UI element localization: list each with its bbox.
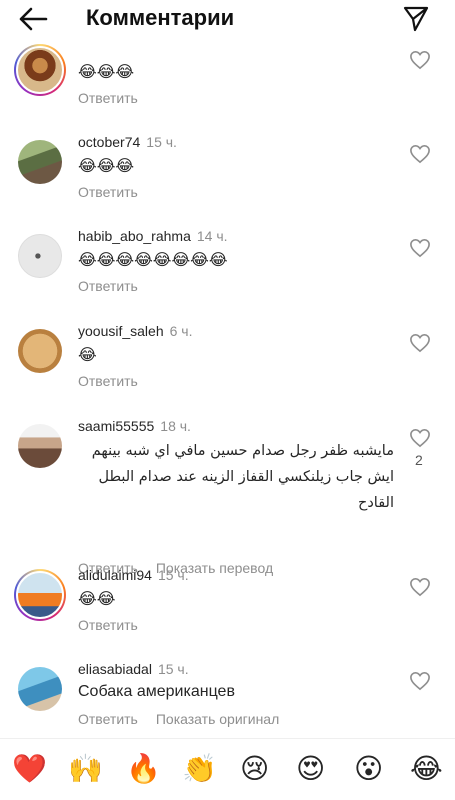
comment-text: 😂😂😂😂😂😂😂😂 bbox=[78, 252, 228, 269]
laughing-emoji-button[interactable]: 😂 bbox=[410, 752, 443, 786]
reply-button[interactable]: Ответить bbox=[78, 711, 138, 727]
timestamp: 15 ч. bbox=[157, 661, 189, 677]
comment-author[interactable]: saami55555 18 ч. bbox=[78, 418, 191, 434]
reply-button[interactable]: Ответить bbox=[78, 184, 138, 200]
top-bar: Комментарии bbox=[0, 0, 455, 38]
comment-item: 😂😂😂 Ответить bbox=[0, 38, 455, 116]
timestamp: 18 ч. bbox=[160, 418, 191, 434]
show-original-button[interactable]: Показать оригинал bbox=[156, 711, 279, 727]
comment-text: 😂 bbox=[78, 347, 97, 364]
heart-icon[interactable] bbox=[409, 50, 431, 70]
comment-author[interactable]: eliasabiadal 15 ч. bbox=[78, 661, 189, 677]
heart-emoji-button[interactable]: ❤️ bbox=[12, 752, 47, 786]
reply-button[interactable]: Ответить bbox=[78, 373, 138, 389]
comment-item: alidulaimi94 15 ч. 😂😂 Ответить bbox=[0, 565, 455, 655]
back-arrow-icon[interactable] bbox=[18, 6, 48, 32]
like-count: 2 bbox=[415, 452, 423, 468]
emoji-reaction-bar: ❤️ 🙌 🔥 👏 😢 😍 😮 😂 bbox=[0, 738, 455, 800]
comment-actions: Ответить bbox=[78, 184, 156, 200]
comment-text: 😂😂 bbox=[78, 591, 116, 608]
comment-item: eliasabiadal 15 ч. Собака американцев Отв… bbox=[0, 659, 455, 738]
clapping-emoji-button[interactable]: 👏 bbox=[182, 752, 217, 786]
page-title: Комментарии bbox=[86, 5, 235, 30]
avatar[interactable] bbox=[18, 667, 62, 711]
heart-icon[interactable] bbox=[409, 671, 431, 691]
heart-icon[interactable] bbox=[409, 144, 431, 164]
raising-hands-emoji-button[interactable]: 🙌 bbox=[68, 752, 103, 786]
reply-button[interactable]: Ответить bbox=[78, 617, 138, 633]
comment-actions: Ответить bbox=[78, 617, 156, 633]
reply-button[interactable]: Ответить bbox=[78, 278, 138, 294]
avatar[interactable] bbox=[14, 44, 66, 96]
reply-button[interactable]: Ответить bbox=[78, 90, 138, 106]
comment-text: 😂😂😂 bbox=[78, 64, 135, 81]
timestamp: 6 ч. bbox=[169, 323, 193, 339]
username[interactable]: saami55555 bbox=[78, 418, 154, 434]
comment-actions: Ответить bbox=[78, 278, 156, 294]
comment-text: مايشبه ظفر رجل صدام حسين مافي اي شبه بين… bbox=[91, 443, 394, 511]
comment-author[interactable]: habib_abo_rahma 14 ч. bbox=[78, 228, 228, 244]
heart-icon[interactable] bbox=[409, 577, 431, 597]
crying-emoji-button[interactable]: 😢 bbox=[240, 752, 269, 786]
comment-author[interactable]: october74 15 ч. bbox=[78, 134, 177, 150]
username[interactable]: eliasabiadal bbox=[78, 661, 152, 677]
comment-item: saami55555 18 ч. مايشبه ظفر رجل صدام حسين… bbox=[0, 416, 455, 576]
comment-item: habib_abo_rahma 14 ч. 😂😂😂😂😂😂😂😂 Ответить bbox=[0, 226, 455, 316]
heart-icon[interactable] bbox=[409, 238, 431, 258]
comment-author[interactable]: yoousif_saleh 6 ч. bbox=[78, 323, 192, 339]
heart-icon[interactable] bbox=[409, 428, 431, 448]
avatar[interactable] bbox=[18, 234, 62, 278]
username[interactable]: yoousif_saleh bbox=[78, 323, 164, 339]
surprised-emoji-button[interactable]: 😮 bbox=[354, 752, 383, 786]
timestamp: 14 ч. bbox=[196, 228, 228, 244]
comment-actions: Ответить bbox=[78, 90, 156, 106]
comment-author[interactable]: alidulaimi94 15 ч. bbox=[78, 567, 189, 583]
avatar[interactable] bbox=[18, 424, 62, 468]
timestamp: 15 ч. bbox=[146, 134, 177, 150]
heart-icon[interactable] bbox=[409, 333, 431, 353]
avatar[interactable] bbox=[18, 329, 62, 373]
comment-text: Собака американцев bbox=[78, 683, 235, 700]
comment-item: yoousif_saleh 6 ч. 😂 Ответить bbox=[0, 321, 455, 411]
username[interactable]: october74 bbox=[78, 134, 140, 150]
heart-eyes-emoji-button[interactable]: 😍 bbox=[296, 752, 325, 786]
send-icon[interactable] bbox=[402, 5, 430, 33]
username[interactable]: alidulaimi94 bbox=[78, 567, 152, 583]
timestamp: 15 ч. bbox=[157, 567, 189, 583]
avatar[interactable] bbox=[18, 140, 62, 184]
comments-list[interactable]: 😂😂😂 Ответить october74 15 ч. 😂😂😂 Ответить… bbox=[0, 38, 455, 738]
username[interactable]: habib_abo_rahma bbox=[78, 228, 191, 244]
comment-item: october74 15 ч. 😂😂😂 Ответить bbox=[0, 132, 455, 222]
fire-emoji-button[interactable]: 🔥 bbox=[126, 752, 161, 786]
avatar[interactable] bbox=[14, 569, 66, 621]
comment-text: 😂😂😂 bbox=[78, 158, 135, 175]
comment-actions: Ответить bbox=[78, 373, 156, 389]
comment-actions: Ответить Показать оригинал bbox=[78, 711, 297, 727]
